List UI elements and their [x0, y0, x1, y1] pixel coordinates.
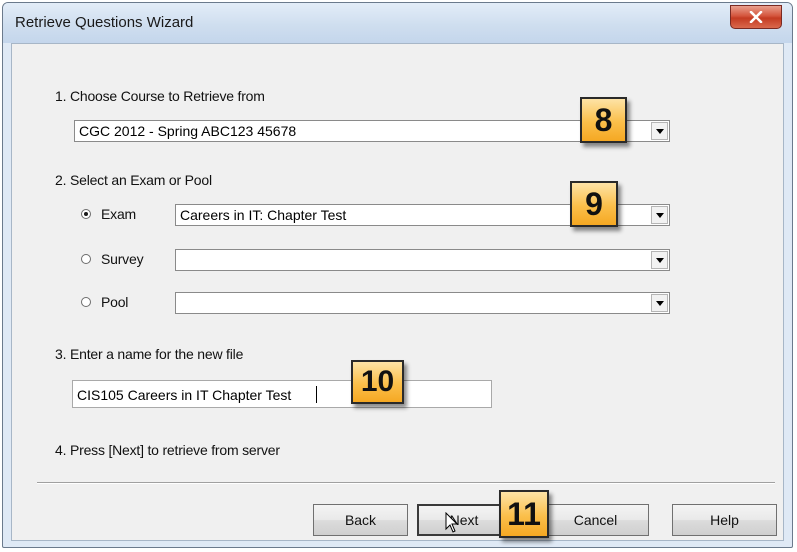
- close-button[interactable]: [730, 5, 782, 29]
- exam-select-value: Careers in IT: Chapter Test: [180, 207, 347, 223]
- help-button[interactable]: Help: [672, 504, 777, 536]
- text-caret: [316, 386, 317, 403]
- chevron-down-icon: [655, 128, 664, 134]
- back-button-label: Back: [344, 512, 377, 528]
- title-bar: Retrieve Questions Wizard: [3, 3, 792, 43]
- survey-dropdown-button[interactable]: [651, 251, 668, 269]
- exam-dropdown-button[interactable]: [651, 206, 668, 224]
- step2-label: 2. Select an Exam or Pool: [55, 172, 212, 188]
- wizard-body: 1. Choose Course to Retrieve from CGC 20…: [11, 43, 784, 541]
- pool-select[interactable]: [175, 292, 670, 314]
- radio-selected-dot: [84, 212, 88, 216]
- callout-badge-next: 11: [499, 490, 549, 538]
- step4-label: 4. Press [Next] to retrieve from server: [55, 442, 280, 458]
- course-dropdown-button[interactable]: [651, 122, 668, 140]
- next-button[interactable]: Next: [417, 504, 511, 536]
- survey-radio[interactable]: [81, 254, 91, 264]
- pool-radio-label[interactable]: Pool: [101, 294, 128, 310]
- step3-label: 3. Enter a name for the new file: [55, 346, 244, 362]
- exam-radio[interactable]: [81, 209, 91, 219]
- step1-label: 1. Choose Course to Retrieve from: [55, 88, 265, 104]
- callout-badge-exam: 9: [570, 181, 618, 227]
- filename-input-value: CIS105 Careers in IT Chapter Test: [77, 387, 292, 403]
- callout-badge-filename: 10: [351, 360, 404, 404]
- chevron-down-icon: [655, 300, 664, 306]
- chevron-down-icon: [655, 257, 664, 263]
- filename-input[interactable]: CIS105 Careers in IT Chapter Test: [72, 380, 492, 408]
- close-icon: [749, 11, 763, 23]
- course-select-value: CGC 2012 - Spring ABC123 45678: [79, 123, 297, 139]
- back-button[interactable]: Back: [313, 504, 408, 536]
- cancel-button[interactable]: Cancel: [542, 504, 649, 536]
- wizard-window: Retrieve Questions Wizard 1. Choose Cour…: [2, 2, 793, 548]
- help-button-label: Help: [710, 512, 739, 528]
- chevron-down-icon: [655, 212, 664, 218]
- pool-dropdown-button[interactable]: [651, 294, 668, 312]
- button-separator: [37, 482, 775, 484]
- mouse-pointer-icon: [445, 512, 459, 533]
- survey-radio-label[interactable]: Survey: [101, 251, 144, 267]
- exam-radio-label[interactable]: Exam: [101, 206, 136, 222]
- window-title: Retrieve Questions Wizard: [15, 14, 194, 31]
- cancel-button-label: Cancel: [573, 512, 618, 528]
- survey-select[interactable]: [175, 249, 670, 271]
- callout-badge-course: 8: [580, 97, 627, 143]
- pool-radio[interactable]: [81, 297, 91, 307]
